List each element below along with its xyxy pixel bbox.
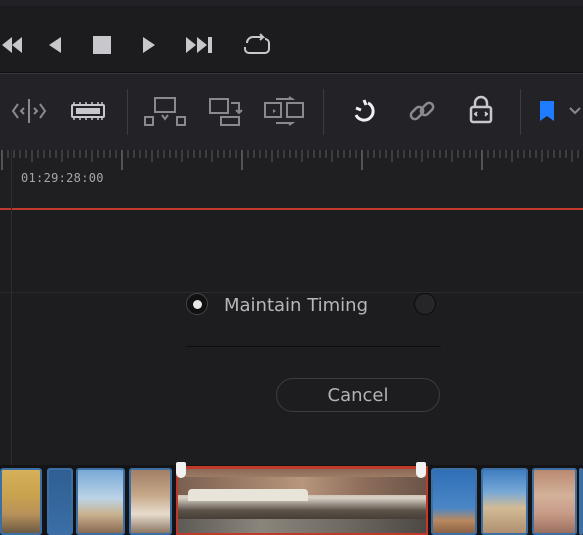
clip-thumbnail[interactable]	[129, 468, 172, 535]
clip-ground	[178, 519, 426, 533]
clip-trim-handle-left[interactable]	[176, 462, 186, 478]
alternate-option-radio[interactable]	[414, 293, 436, 315]
clip-thumbnail[interactable]	[431, 468, 477, 535]
skip-to-start-icon[interactable]	[0, 32, 26, 58]
transport-bar	[0, 6, 583, 73]
overwrite-clip-icon[interactable]	[206, 94, 246, 128]
clip-thumbnail[interactable]	[532, 468, 577, 535]
clip-umbrellas	[188, 489, 308, 501]
clip-thumbnail[interactable]	[0, 468, 42, 535]
clip-thumbnail[interactable]	[579, 468, 583, 535]
toolbar-separator	[323, 89, 324, 135]
skip-to-end-icon[interactable]	[183, 34, 217, 56]
track-header-divider	[11, 150, 12, 465]
replace-clip-icon[interactable]	[262, 94, 308, 128]
clip-thumbnail[interactable]	[76, 468, 125, 535]
insert-clip-icon[interactable]	[142, 94, 188, 128]
flag-icon[interactable]	[536, 96, 558, 126]
maintain-timing-label: Maintain Timing	[224, 295, 368, 316]
ruler-timecode: 01:29:28:00	[21, 171, 104, 185]
chevron-down-icon[interactable]	[566, 102, 583, 120]
cancel-button[interactable]: Cancel	[276, 378, 440, 412]
link-icon[interactable]	[404, 94, 440, 128]
step-back-icon[interactable]	[44, 34, 66, 56]
track-divider	[0, 292, 583, 293]
maintain-timing-radio[interactable]	[186, 293, 208, 315]
slip-icon[interactable]	[8, 94, 50, 128]
play-icon[interactable]	[138, 34, 160, 56]
clip-trim-handle-right[interactable]	[416, 462, 426, 478]
track-area	[0, 210, 583, 465]
loop-icon[interactable]	[240, 32, 274, 58]
stop-icon[interactable]	[90, 34, 114, 56]
dialog-divider	[186, 346, 441, 347]
toolbar-separator	[520, 89, 521, 135]
edit-toolbar	[0, 73, 583, 151]
clip-thumbnail[interactable]	[481, 468, 528, 535]
razor-blade-icon[interactable]	[68, 96, 108, 126]
snapping-icon[interactable]	[345, 94, 381, 128]
toolbar-separator	[127, 89, 128, 135]
clip-thumbnail[interactable]	[47, 468, 73, 535]
selected-clip[interactable]	[176, 466, 428, 535]
lock-icon[interactable]	[463, 92, 499, 128]
